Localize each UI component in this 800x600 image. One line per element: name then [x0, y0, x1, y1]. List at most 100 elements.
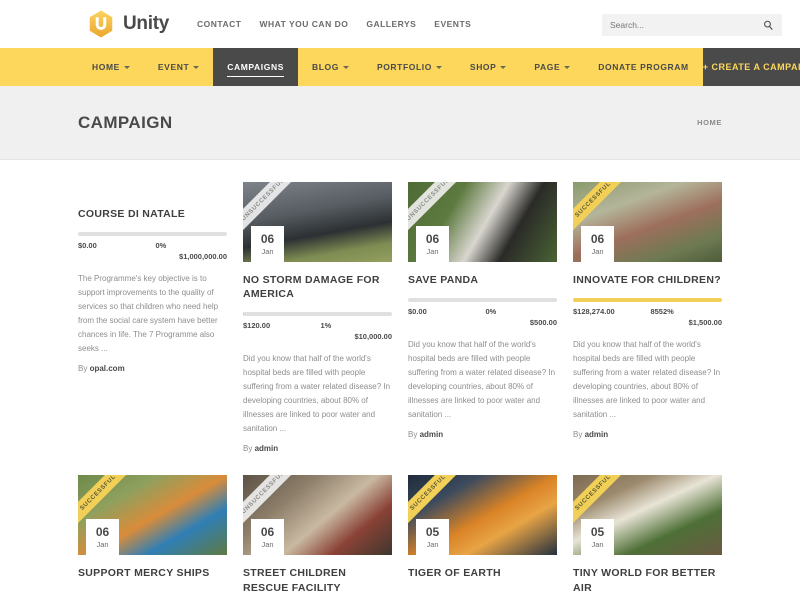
search-box[interactable] — [602, 14, 782, 36]
nav-item-home[interactable]: HOME — [78, 48, 144, 86]
campaign-card[interactable]: UNSUCCESSFUL 06 Jan STREET CHILDREN RESC… — [243, 475, 392, 594]
campaign-author: By admin — [243, 444, 279, 454]
campaign-thumbnail[interactable]: UNSUCCESSFUL 06 Jan — [243, 475, 392, 556]
nav-item-label: PORTFOLIO — [376, 62, 432, 72]
nav-item-label: PAGE — [534, 62, 561, 72]
campaign-card[interactable]: UNSUCCESSFUL 06 Jan SAVE PANDA $0.00 0% … — [408, 182, 557, 453]
main-nav-items: HOME EVENT CAMPAIGNS BLOG PORTFOLIO SHOP… — [78, 48, 703, 86]
top-link-gallerys[interactable]: GALLERYS — [366, 19, 416, 29]
breadcrumb-home[interactable]: HOME — [697, 118, 722, 127]
campaign-thumbnail[interactable]: SUCCESSFUL 05 Jan — [408, 475, 557, 556]
campaign-card[interactable]: UNSUCCESSFUL 06 Jan NO STORM DAMAGE FOR … — [243, 182, 392, 453]
date-badge: 05 Jan — [581, 519, 614, 556]
chevron-down-icon — [193, 65, 200, 69]
campaign-thumbnail[interactable]: SUCCESSFUL 06 Jan — [573, 182, 722, 262]
campaign-title[interactable]: SUPPORT MERCY SHIPS — [78, 566, 227, 580]
date-month: Jan — [591, 540, 604, 550]
nav-item-label: HOME — [92, 62, 120, 72]
campaign-row-1: COURSE DI NATALE $0.00 0% $1,000,000.00 … — [78, 182, 722, 453]
campaign-author: By admin — [573, 430, 609, 440]
campaign-figures: $0.00 0% $1,000,000.00 — [78, 241, 227, 263]
goal-amount: $1,500.00 — [688, 318, 722, 328]
campaign-figures: $0.00 0% $500.00 — [408, 307, 557, 329]
campaign-grid: COURSE DI NATALE $0.00 0% $1,000,000.00 … — [0, 160, 800, 595]
date-day: 06 — [260, 525, 275, 540]
date-day: 06 — [260, 231, 275, 246]
campaign-description: Did you know that half of the world's ho… — [243, 354, 391, 434]
progress-bar — [573, 298, 722, 303]
campaign-thumbnail[interactable]: UNSUCCESSFUL 06 Jan — [243, 182, 392, 262]
campaign-title[interactable]: SAVE PANDA — [408, 273, 557, 287]
goal-amount: $1,000,000.00 — [179, 252, 227, 262]
date-badge: 06 Jan — [416, 226, 449, 262]
utility-nav: CONTACT WHAT YOU CAN DO GALLERYS EVENTS — [197, 19, 471, 29]
progress-bar — [408, 298, 557, 303]
campaign-title[interactable]: NO STORM DAMAGE FOR AMERICA — [243, 273, 392, 301]
site-logo[interactable]: Unity — [86, 9, 169, 39]
percent-funded: 8552% — [650, 307, 674, 317]
top-link-what-you-can-do[interactable]: WHAT YOU CAN DO — [259, 19, 348, 29]
nav-item-label: CAMPAIGNS — [227, 62, 284, 72]
campaign-thumbnail[interactable]: SUCCESSFUL 06 Jan — [78, 475, 227, 556]
chevron-down-icon — [500, 65, 507, 69]
campaign-card[interactable]: SUCCESSFUL 05 Jan TINY WORLD FOR BETTER … — [573, 475, 722, 594]
page-header-bar: CAMPAIGN HOME — [0, 86, 800, 160]
nav-item-blog[interactable]: BLOG — [298, 48, 363, 86]
date-month: Jan — [426, 540, 439, 550]
campaign-card[interactable]: COURSE DI NATALE $0.00 0% $1,000,000.00 … — [78, 182, 227, 453]
campaign-card[interactable]: SUCCESSFUL 05 Jan TIGER OF EARTH — [408, 475, 557, 594]
date-badge: 05 Jan — [416, 519, 449, 556]
progress-bar — [243, 312, 392, 317]
search-icon[interactable] — [763, 20, 774, 31]
campaign-title[interactable]: STREET CHILDREN RESCUE FACILITY — [243, 566, 392, 594]
campaign-author: By admin — [408, 430, 444, 440]
date-badge: 06 Jan — [251, 519, 284, 556]
campaign-title[interactable]: INNOVATE FOR CHILDREN? — [573, 273, 722, 287]
percent-funded: 0% — [155, 241, 167, 251]
date-month: Jan — [591, 246, 604, 256]
nav-item-shop[interactable]: SHOP — [456, 48, 521, 86]
chevron-down-icon — [435, 65, 442, 69]
date-day: 06 — [590, 231, 605, 246]
nav-item-label: SHOP — [469, 62, 497, 72]
campaign-row-2: SUCCESSFUL 06 Jan SUPPORT MERCY SHIPS UN… — [78, 475, 722, 594]
progress-bar — [78, 232, 227, 237]
campaign-author: By opal.com — [78, 364, 125, 374]
campaign-title[interactable]: COURSE DI NATALE — [78, 207, 227, 221]
search-input[interactable] — [610, 20, 763, 30]
campaign-figures: $120.00 1% $10,000.00 — [243, 321, 392, 343]
top-link-contact[interactable]: CONTACT — [197, 19, 241, 29]
campaign-title[interactable]: TIGER OF EARTH — [408, 566, 557, 580]
progress-section: $0.00 0% $1,000,000.00 — [78, 232, 227, 263]
nav-item-campaigns[interactable]: CAMPAIGNS — [213, 48, 298, 86]
amount-raised: $128,274.00 — [573, 307, 615, 317]
progress-section: $128,274.00 8552% $1,500.00 — [573, 298, 722, 329]
campaign-thumbnail[interactable]: SUCCESSFUL 05 Jan — [573, 475, 722, 556]
top-link-events[interactable]: EVENTS — [434, 19, 471, 29]
amount-raised: $0.00 — [78, 241, 97, 251]
nav-item-event[interactable]: EVENT — [144, 48, 213, 86]
progress-section: $120.00 1% $10,000.00 — [243, 312, 392, 343]
progress-section: $0.00 0% $500.00 — [408, 298, 557, 329]
nav-item-portfolio[interactable]: PORTFOLIO — [363, 48, 456, 86]
campaign-title[interactable]: TINY WORLD FOR BETTER AIR — [573, 566, 722, 594]
date-month: Jan — [96, 540, 109, 550]
chevron-down-icon — [123, 65, 130, 69]
percent-funded: 1% — [320, 321, 332, 331]
goal-amount: $500.00 — [529, 318, 557, 328]
campaign-description: Did you know that half of the world's ho… — [573, 340, 721, 420]
campaign-figures: $128,274.00 8552% $1,500.00 — [573, 307, 722, 329]
date-day: 05 — [425, 525, 440, 540]
nav-item-page[interactable]: PAGE — [520, 48, 584, 86]
campaign-description: The Programme's key objective is to supp… — [78, 274, 219, 354]
create-a-campaign-button[interactable]: + CREATE A CAMPAIGN — [702, 48, 800, 86]
campaign-card[interactable]: SUCCESSFUL 06 Jan INNOVATE FOR CHILDREN?… — [573, 182, 722, 453]
campaign-thumbnail[interactable]: UNSUCCESSFUL 06 Jan — [408, 182, 557, 262]
nav-item-donate-program[interactable]: DONATE PROGRAM — [584, 48, 702, 86]
chevron-down-icon — [342, 65, 349, 69]
logo-text: Unity — [123, 13, 170, 34]
date-day: 05 — [590, 525, 605, 540]
campaign-card[interactable]: SUCCESSFUL 06 Jan SUPPORT MERCY SHIPS — [78, 475, 227, 594]
date-day: 06 — [95, 525, 110, 540]
unity-hexagon-logo-icon — [89, 10, 113, 38]
